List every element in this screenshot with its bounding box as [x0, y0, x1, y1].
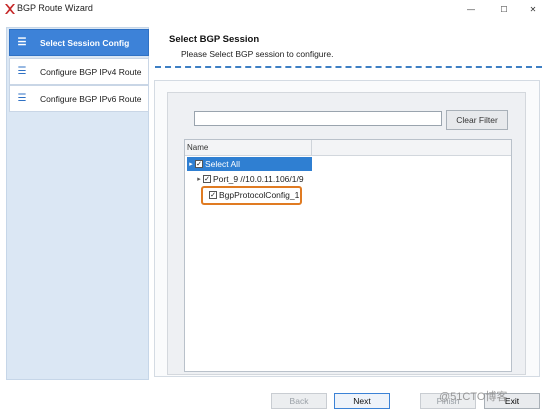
tree-row-label: Port_9 //10.0.11.106/1/9: [213, 174, 304, 184]
sidebar-item-label: Configure BGP IPv4 Route: [40, 66, 142, 77]
tree-header: Name: [185, 140, 511, 156]
sidebar-item-configure-ipv6[interactable]: ☰ Configure BGP IPv6 Route: [9, 85, 149, 112]
highlight-annotation: [201, 186, 302, 205]
sidebar-item-configure-ipv4[interactable]: ☰ Configure BGP IPv4 Route: [9, 58, 149, 85]
name-column-header[interactable]: Name: [187, 143, 208, 152]
next-button[interactable]: Next: [334, 393, 390, 409]
title-bar: BGP Route Wizard — ☐ ✕: [0, 0, 546, 22]
expand-arrow-icon[interactable]: ▸: [187, 160, 195, 168]
list-icon: ☰: [17, 37, 27, 48]
wizard-sidebar: ☰ Select Session Config ☰ Configure BGP …: [6, 27, 149, 380]
close-button[interactable]: ✕: [522, 1, 544, 17]
sidebar-item-label: Select Session Config: [40, 37, 130, 48]
list-icon: ☰: [17, 66, 27, 77]
expand-arrow-icon[interactable]: ▸: [195, 175, 203, 183]
watermark: @51CTO博客: [439, 391, 508, 403]
page-title: Select BGP Session: [169, 34, 260, 45]
tree-row-port[interactable]: ▸ ✓ Port_9 //10.0.11.106/1/9: [195, 172, 304, 186]
sidebar-item-label: Configure BGP IPv6 Route: [40, 93, 142, 104]
tree-row-label: Select All: [205, 159, 240, 169]
app-logo-icon: [5, 4, 15, 14]
list-icon: ☰: [17, 93, 27, 104]
back-button[interactable]: Back: [271, 393, 327, 409]
sidebar-item-select-session-config[interactable]: ☰ Select Session Config: [9, 29, 149, 56]
column-separator[interactable]: [311, 140, 312, 156]
clear-filter-button[interactable]: Clear Filter: [446, 110, 508, 130]
maximize-button[interactable]: ☐: [493, 1, 515, 17]
header-divider: [155, 66, 542, 68]
page-subtitle: Please Select BGP session to configure.: [181, 49, 334, 59]
window-title: BGP Route Wizard: [17, 3, 93, 13]
minimize-button[interactable]: —: [460, 1, 482, 17]
session-tree: Name ▸ ✓ Select All ▸ ✓ Port_9 //10.0.11…: [184, 139, 512, 372]
checkbox-checked-icon[interactable]: ✓: [203, 175, 211, 183]
tree-row-select-all[interactable]: ▸ ✓ Select All: [187, 157, 312, 171]
checkbox-checked-icon[interactable]: ✓: [195, 160, 203, 168]
filter-input[interactable]: [194, 111, 442, 126]
